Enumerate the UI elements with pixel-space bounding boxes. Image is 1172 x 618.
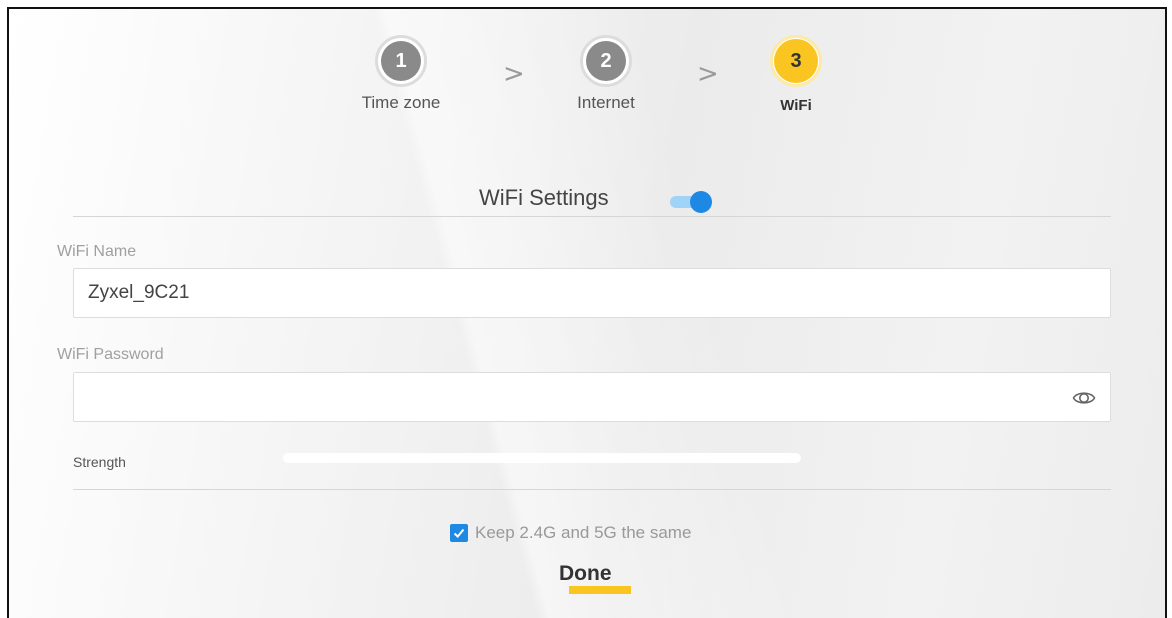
step-2-number: 2 [586, 41, 626, 81]
password-strength-bar [283, 453, 801, 463]
wifi-name-label: WiFi Name [57, 243, 137, 260]
wifi-password-label: WiFi Password [57, 346, 164, 363]
divider [73, 489, 1111, 490]
same-band-checkbox-row[interactable]: Keep 2.4G and 5G the same [450, 523, 691, 543]
done-button[interactable]: Done [559, 562, 612, 586]
step-separator-icon: > [697, 59, 719, 89]
strength-label: Strength [73, 454, 126, 470]
wifi-enable-toggle[interactable] [668, 191, 714, 213]
toggle-knob [690, 191, 712, 213]
checkmark-icon [453, 528, 465, 538]
wifi-name-value: Zyxel_9C21 [88, 282, 190, 303]
step-3-circle: 3 [770, 35, 822, 87]
wifi-settings-title: WiFi Settings [479, 185, 609, 210]
step-2-circle: 2 [580, 35, 632, 87]
wifi-password-input[interactable] [73, 372, 1111, 422]
step-separator-icon: > [503, 59, 525, 89]
done-underline [569, 586, 631, 594]
step-2-label: Internet [577, 93, 635, 112]
wifi-name-input[interactable]: Zyxel_9C21 [73, 268, 1111, 318]
eye-icon[interactable] [1072, 386, 1096, 410]
divider [73, 216, 1111, 217]
step-1-circle: 1 [375, 35, 427, 87]
step-1-label: Time zone [361, 93, 441, 112]
wizard-panel: 1 Time zone > 2 Internet > 3 WiFi WiFi S… [7, 7, 1167, 618]
same-band-checkbox[interactable] [450, 524, 468, 542]
step-internet: 2 Internet [536, 35, 676, 113]
step-wifi: 3 WiFi [726, 35, 866, 114]
step-1-number: 1 [381, 41, 421, 81]
step-3-number: 3 [774, 39, 818, 83]
step-3-label: WiFi [780, 97, 812, 114]
step-time-zone: 1 Time zone [331, 35, 471, 113]
same-band-label: Keep 2.4G and 5G the same [475, 523, 692, 542]
